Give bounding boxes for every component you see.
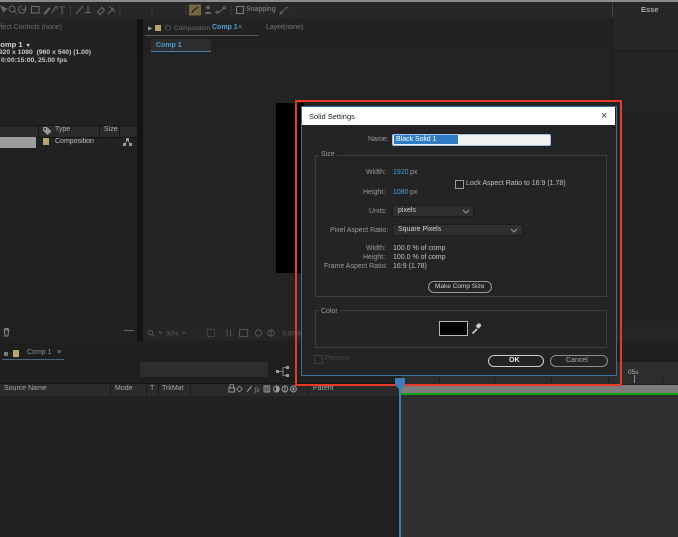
svg-text:T: T xyxy=(59,6,65,17)
svg-text:30%: 30% xyxy=(166,330,179,337)
svg-text:fx: fx xyxy=(255,385,261,394)
